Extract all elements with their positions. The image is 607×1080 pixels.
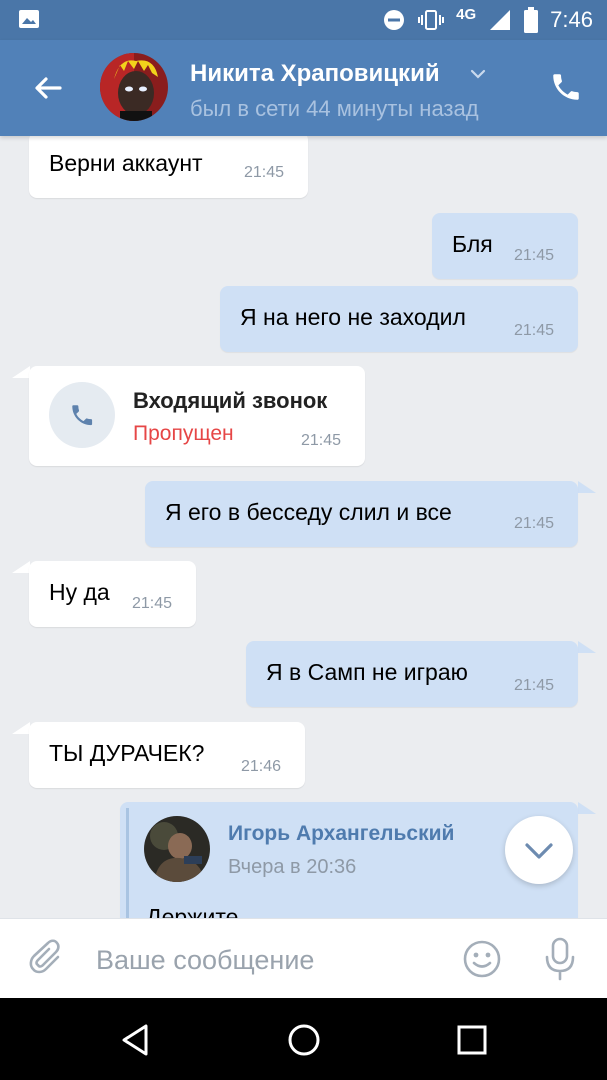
clock: 7:46 [550, 7, 593, 32]
call-status: Пропущен [133, 422, 234, 445]
nav-recents-icon[interactable] [452, 1020, 492, 1060]
forward-author[interactable]: Игорь Архангельский [228, 822, 454, 846]
message-input[interactable] [96, 939, 436, 981]
phone-icon [72, 405, 93, 426]
message-incoming[interactable]: Ну да 21:45 [29, 561, 196, 627]
bubble-tail [12, 722, 30, 734]
bubble-tail [578, 641, 596, 653]
chat-header: Никита Храповицкий был в сети 44 минуты … [0, 40, 607, 136]
message-outgoing[interactable]: Я его в бесседу слил и все 21:45 [145, 481, 578, 547]
network-type: 4G [456, 5, 477, 23]
smile-icon[interactable] [462, 939, 502, 979]
avatar[interactable] [144, 816, 210, 882]
message-time: 21:46 [241, 758, 282, 775]
call-title: Входящий звонок [133, 388, 328, 413]
bubble-tail [12, 366, 30, 378]
message-text: Верни аккаунт [49, 150, 203, 176]
chevron-down-icon[interactable] [468, 64, 488, 84]
bubble-tail [12, 561, 30, 573]
message-time: 21:45 [514, 677, 555, 694]
message-text: Держите [146, 904, 239, 918]
contact-name[interactable]: Никита Храповицкий [190, 60, 440, 88]
message-incoming[interactable]: Верни аккаунт 21:45 [29, 136, 308, 198]
last-seen-status: был в сети 44 минуты назад [190, 96, 479, 121]
message-text: Ну да [49, 579, 110, 605]
message-outgoing[interactable]: Я на него не заходил 21:45 [220, 286, 578, 352]
back-arrow-icon[interactable] [28, 68, 68, 108]
chevron-down-icon [525, 843, 553, 859]
message-time: 21:45 [301, 432, 342, 449]
message-text: ТЫ ДУРАЧЕК? [49, 740, 205, 766]
message-time: 21:45 [244, 164, 285, 181]
call-icon-circle [49, 382, 115, 448]
message-time: 21:45 [514, 322, 555, 339]
forward-bar [126, 808, 129, 918]
mic-icon[interactable] [542, 937, 578, 981]
forward-date: Вчера в 20:36 [228, 856, 357, 878]
composer [0, 918, 607, 998]
signal-icon [490, 10, 511, 30]
message-text: Я в Самп не играю [266, 659, 468, 685]
bubble-tail [578, 802, 596, 814]
system-nav-bar [0, 998, 607, 1080]
phone-icon[interactable] [549, 70, 583, 104]
attach-icon[interactable] [28, 939, 68, 979]
message-outgoing[interactable]: Бля 21:45 [432, 213, 578, 279]
message-outgoing[interactable]: Я в Самп не играю 21:45 [246, 641, 578, 707]
message-text: Я на него не заходил [240, 304, 466, 330]
status-bar: 4G 7:46 [0, 0, 607, 40]
battery-icon [524, 7, 539, 33]
message-call[interactable]: Входящий звонок Пропущен 21:45 [29, 366, 365, 466]
vibrate-icon [418, 10, 445, 30]
nav-home-icon[interactable] [284, 1020, 324, 1060]
bubble-tail [578, 481, 596, 493]
scroll-down-button[interactable] [505, 816, 573, 884]
image-icon [19, 10, 39, 28]
dnd-icon [384, 10, 405, 30]
message-list[interactable]: Верни аккаунт 21:45 Бля 21:45 Я на него … [0, 136, 607, 918]
message-text: Бля [452, 231, 493, 257]
message-incoming[interactable]: ТЫ ДУРАЧЕК? 21:46 [29, 722, 305, 788]
message-time: 21:45 [514, 515, 555, 532]
nav-back-icon[interactable] [116, 1020, 156, 1060]
message-time: 21:45 [132, 595, 173, 612]
message-time: 21:45 [514, 247, 555, 264]
message-text: Я его в бесседу слил и все [165, 499, 452, 525]
avatar[interactable] [100, 53, 168, 121]
